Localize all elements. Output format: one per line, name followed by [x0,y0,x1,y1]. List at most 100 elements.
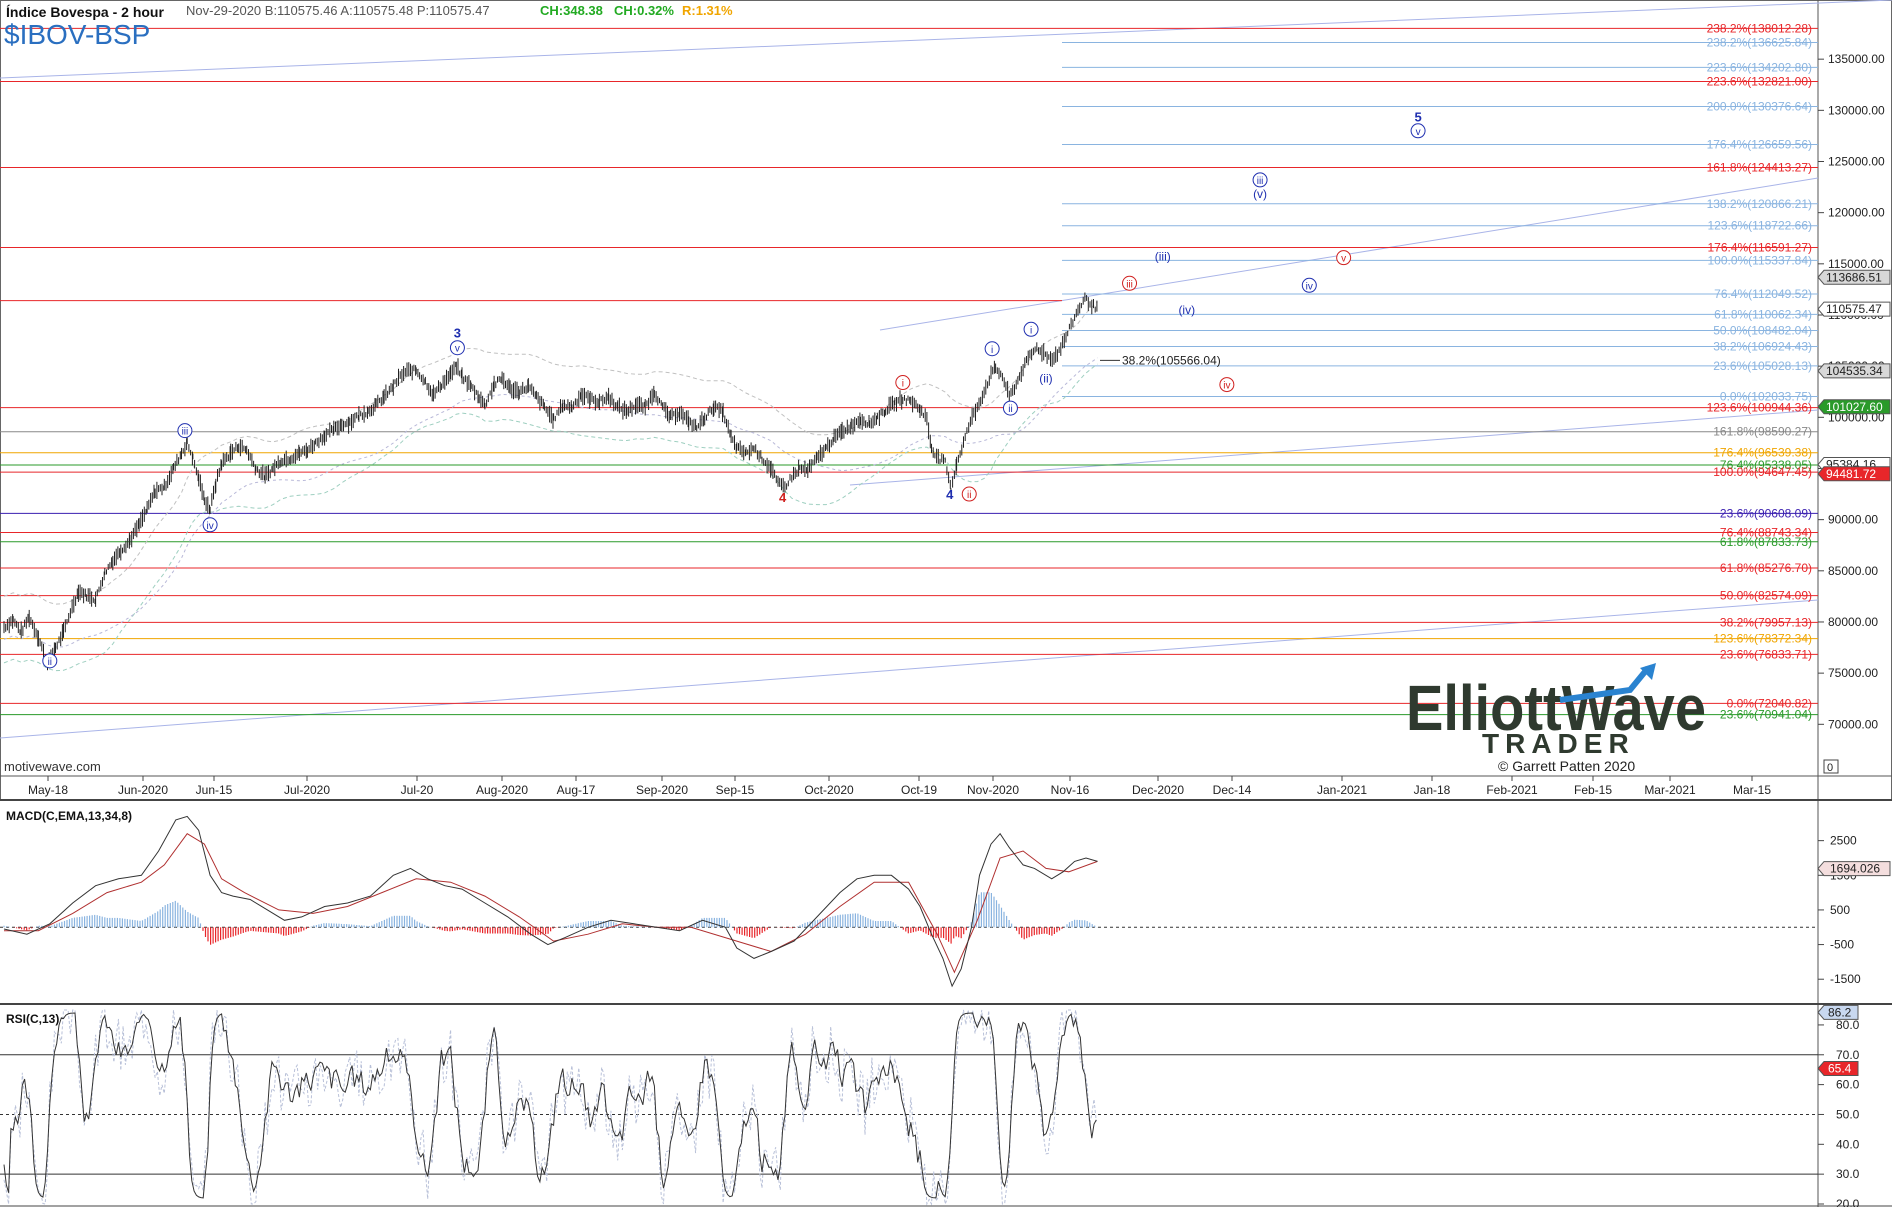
chart-title: Índice Bovespa - 2 hour [6,4,164,20]
fib-label-13: 50.0%(108482.04) [1713,324,1812,338]
price-tag-label-2: 104535.34 [1826,364,1883,378]
y-tick-label-13: 70000.00 [1828,717,1878,731]
fib-label-14: 38.2%(106924.43) [1713,339,1812,353]
x-tick-label-3: Jul-2020 [284,783,330,797]
y-tick-label-4: 115000.00 [1828,257,1884,271]
chart-symbol: $IBOV-BSP [4,19,150,50]
watermark: motivewave.com [4,759,101,774]
wave-circle-text-6: i [902,379,904,390]
change-readout: CH:348.38 [540,3,603,18]
wave-circle-text-20: v [1341,254,1346,265]
wave-circle-text-1: iii [182,427,189,438]
rsi-y-label-6: 20.0 [1836,1197,1860,1207]
rsi-y-label-1: 70.0 [1836,1048,1860,1062]
x-tick-label-5: Aug-2020 [476,783,528,797]
fib-label-22: 23.6%(90608.09) [1720,506,1812,520]
macd-y-label-3: -500 [1830,938,1854,952]
y-tick-label-11: 80000.00 [1828,615,1878,629]
y-tick-label-3: 120000.00 [1828,206,1885,220]
fib-label-15: 23.6%(105028.13) [1713,359,1812,373]
wave-circle-text-19: iv [1306,281,1313,292]
x-tick-label-16: Jan-18 [1414,783,1451,797]
price-tag-label-0: 113686.51 [1826,270,1882,284]
fib-label-8: 123.6%(118722.66) [1707,219,1812,233]
fib-label-17: 123.6%(100944.36) [1707,401,1812,415]
fib-label-29: 23.6%(76833.71) [1720,647,1812,661]
rsi-y-label-3: 50.0 [1836,1107,1860,1121]
fib-label-24: 61.8%(87833.73) [1720,535,1812,549]
x-tick-label-18: Feb-15 [1574,783,1612,797]
x-tick-label-14: Dec-14 [1213,783,1252,797]
x-tick-label-0: May-18 [28,783,68,797]
wave-circle-text-9: i [991,345,993,356]
wave-paren-15: (iv) [1178,303,1195,317]
fib-label-27: 38.2%(79957.13) [1720,615,1812,629]
rsi-y-label-0: 80.0 [1836,1018,1860,1032]
fib-label-11: 76.4%(112049.52) [1714,287,1812,301]
macd-y-label-2: 500 [1830,903,1850,917]
fib-label-18: 161.8%(98590.27) [1713,425,1812,439]
macd-y-label-0: 2500 [1830,834,1857,848]
wave-num-21: 5 [1414,109,1421,124]
x-tick-label-19: Mar-2021 [1644,783,1696,797]
fib-label-0: 238.2%(138012.28) [1707,21,1812,35]
svg-text:TRADER: TRADER [1482,728,1635,759]
wave-num-7: 4 [946,487,954,502]
wave-circle-text-4: v [455,344,460,355]
wave-circle-text-13: iii [1126,279,1133,290]
x-tick-label-12: Nov-16 [1051,783,1090,797]
wave-paren-12: (ii) [1039,371,1052,385]
chart-canvas[interactable]: 238.2%(138012.28)238.2%(136625.84) 223.6%… [0,0,1892,1207]
fib-label-2: 223.6%(134202.80) [1707,60,1812,74]
fib-label-7: 138.2%(120866.21) [1707,197,1812,211]
inline-fib-label: 38.2%(105566.04) [1122,353,1221,367]
rsi-y-label-5: 30.0 [1836,1167,1860,1181]
fib-label-5: 176.4%(126659.56) [1707,138,1812,152]
y-tick-label-1: 130000.00 [1828,103,1885,117]
fib-label-1: 238.2%(136625.84) [1707,36,1812,50]
svg-text:© Garrett Patten 2020: © Garrett Patten 2020 [1498,758,1635,774]
fib-label-25: 61.8%(85276.70) [1720,561,1812,575]
x-tick-label-17: Feb-2021 [1486,783,1538,797]
y-tick-label-10: 85000.00 [1828,564,1878,578]
wave-circle-text-22: v [1416,127,1421,138]
macd-y-label-4: -1500 [1830,972,1861,986]
fib-label-28: 123.6%(78372.34) [1713,632,1812,646]
wave-paren-18: (v) [1253,187,1267,201]
rsi-y-label-4: 40.0 [1836,1137,1860,1151]
wave-paren-14: (iii) [1155,250,1171,264]
fib-label-10: 100.0%(115337.84) [1707,253,1812,267]
x-tick-label-10: Oct-19 [901,783,937,797]
range-readout: R:1.31% [682,3,733,18]
wave-circle-text-0: ii [48,657,52,668]
y-tick-label-0: 135000.00 [1828,52,1885,66]
x-tick-label-11: Nov-2020 [967,783,1019,797]
macd-value-label: 1694.026 [1830,862,1880,876]
wave-num-3: 3 [454,325,461,340]
fib-label-21: 100.0%(94647.45) [1713,465,1812,479]
rsi-value-label-0: 86.2 [1828,1005,1852,1019]
y-tick-label-12: 75000.00 [1828,666,1878,680]
rsi-value-label-1: 65.4 [1828,1061,1852,1075]
wave-circle-text-8: ii [967,490,971,501]
wave-circle-text-17: iii [1257,176,1264,187]
wave-circle-text-2: iv [206,521,213,532]
rsi-y-label-2: 60.0 [1836,1078,1860,1092]
y-tick-label-9: 90000.00 [1828,513,1878,527]
x-tick-label-2: Jun-15 [196,783,233,797]
x-tick-label-6: Aug-17 [557,783,596,797]
fib-label-3: 223.6%(132821.00) [1707,74,1812,88]
wave-circle-text-10: ii [1008,404,1012,415]
x-tick-label-4: Jul-20 [401,783,434,797]
fib-label-6: 161.8%(124413.27) [1707,160,1812,174]
axis-zero-label: 0 [1827,762,1833,774]
ohlc-readout: Nov-29-2020 B:110575.46 A:110575.48 P:11… [186,3,490,18]
fib-label-12: 61.8%(110062.34) [1714,307,1812,321]
wave-circle-text-11: i [1030,325,1032,336]
x-tick-label-1: Jun-2020 [118,783,168,797]
fib-label-31: 23.6%(70941.04) [1720,708,1812,722]
x-tick-label-13: Dec-2020 [1132,783,1184,797]
x-tick-label-20: Mar-15 [1733,783,1771,797]
wave-num-5: 4 [779,490,787,505]
fib-label-4: 200.0%(130376.64) [1707,99,1812,113]
